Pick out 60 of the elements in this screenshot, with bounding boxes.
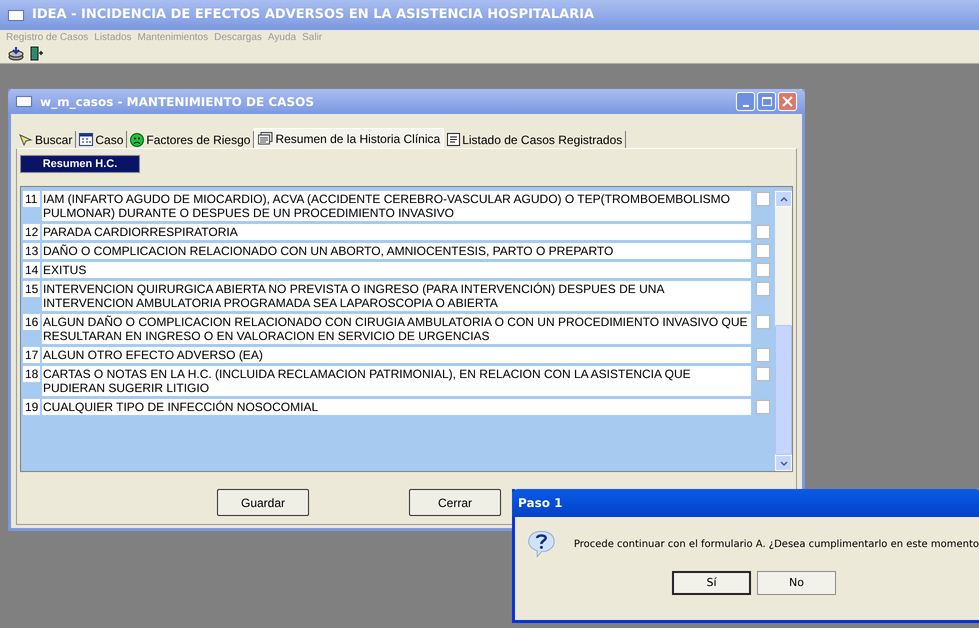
dialog-title: Paso 1 (518, 495, 562, 512)
item-text: PARADA CARDIORRESPIRATORIA (42, 224, 751, 240)
disk-stack-icon[interactable] (8, 46, 24, 61)
dialog-message: Procede continuar con el formulario A. ¿Desea cumplimentarlo en este momento (574, 538, 979, 552)
item-number: 13 (23, 243, 40, 259)
tab[interactable]: Buscar (16, 131, 76, 148)
document-stack-icon (258, 132, 274, 145)
checkbox[interactable] (756, 315, 770, 329)
item-number: 19 (23, 399, 40, 415)
scroll-up-button[interactable] (775, 191, 792, 207)
list-icon (447, 133, 460, 146)
window-icon (8, 10, 24, 20)
tab[interactable]: Resumen de la Historia Clínica (254, 128, 444, 148)
checkbox[interactable] (756, 400, 770, 414)
dialog-button[interactable]: No (757, 571, 836, 595)
sad-face-icon (130, 132, 144, 146)
checkbox[interactable] (756, 244, 770, 258)
item-text: CUALQUIER TIPO DE INFECCIÓN NOSOCOMIAL (42, 399, 751, 415)
form-button[interactable]: Guardar (217, 489, 309, 516)
item-number: 11 (23, 191, 40, 207)
close-icon (782, 96, 793, 107)
item-number: 12 (23, 224, 40, 240)
item-text: INTERVENCION QUIRURGICA ABIERTA NO PREVISTA O INGRESO (PARA INTERVENCIÓN) DESPUES DE UNA INTERVENCION AMBULATORIA PROGRAMADA SEA LAPAROSCOPIA O ABIERTA (42, 281, 751, 311)
pointer-icon (19, 134, 33, 146)
checkbox[interactable] (756, 282, 770, 296)
window-icon (16, 96, 32, 107)
scroll-down-button[interactable] (775, 455, 792, 471)
item-number: 14 (23, 262, 40, 278)
caret-up-icon (780, 196, 788, 202)
scrollbar[interactable] (775, 191, 792, 471)
checkbox[interactable] (756, 263, 770, 277)
tab[interactable]: Caso (76, 131, 128, 148)
calendar-icon (79, 133, 94, 146)
item-text: CARTAS O NOTAS EN LA H.C. (INCLUIDA RECLAMACION PATRIMONIAL), EN RELACION CON LA ASISTENCIA QUE PUDIERAN SUGERIR LITIGIO (42, 366, 751, 396)
item-text: DAÑO O COMPLICACION RELACIONADO CON UN ABORTO, AMNIOCENTESIS, PARTO O PREPARTO (42, 243, 751, 259)
form-button[interactable]: Cerrar (409, 489, 501, 516)
checkbox[interactable] (756, 367, 770, 381)
close-button[interactable] (778, 92, 797, 111)
item-text: EXITUS (42, 262, 751, 278)
scroll-thumb[interactable] (775, 325, 792, 455)
app-title: IDEA - INCIDENCIA DE EFECTOS ADVERSOS EN LA ASISTENCIA HOSPITALARIA (32, 6, 594, 24)
checkbox[interactable] (756, 225, 770, 239)
exit-door-icon[interactable] (30, 46, 44, 61)
item-number: 18 (23, 366, 40, 382)
tab[interactable]: Factores de Riesgo (127, 131, 254, 148)
checkbox[interactable] (756, 348, 770, 362)
dialog-button[interactable]: Sí (672, 571, 751, 595)
caret-down-icon (780, 460, 788, 466)
minimize-button[interactable] (736, 92, 755, 111)
item-number: 15 (23, 281, 40, 297)
section-button[interactable]: Resumen H.C. (20, 155, 140, 173)
item-text: ALGUN DAÑO O COMPLICACION RELACIONADO CON CIRUGIA AMBULATORIA O CON UN PROCEDIMIENTO INVASIVO QUE RESULTARAN EN INGRESO O EN VALORACION EN SERVICIO DE URGENCIAS (42, 314, 751, 344)
item-text: IAM (INFARTO AGUDO DE MIOCARDIO), ACVA (ACCIDENTE CEREBRO-VASCULAR AGUDO) O TEP(TROMBOEMBOLISMO PULMONAR) DURANTE O DESPUES DE UN PROCEDIMIENTO INVASIVO (42, 191, 751, 221)
window-title: w_m_casos - MANTENIMIENTO DE CASOS (40, 94, 315, 110)
item-number: 16 (23, 314, 40, 330)
maximize-button[interactable] (757, 92, 776, 111)
item-text: ALGUN OTRO EFECTO ADVERSO (EA) (42, 347, 751, 363)
item-number: 17 (23, 347, 40, 363)
checkbox[interactable] (756, 192, 770, 206)
tab[interactable]: Listado de Casos Registrados (444, 131, 626, 148)
